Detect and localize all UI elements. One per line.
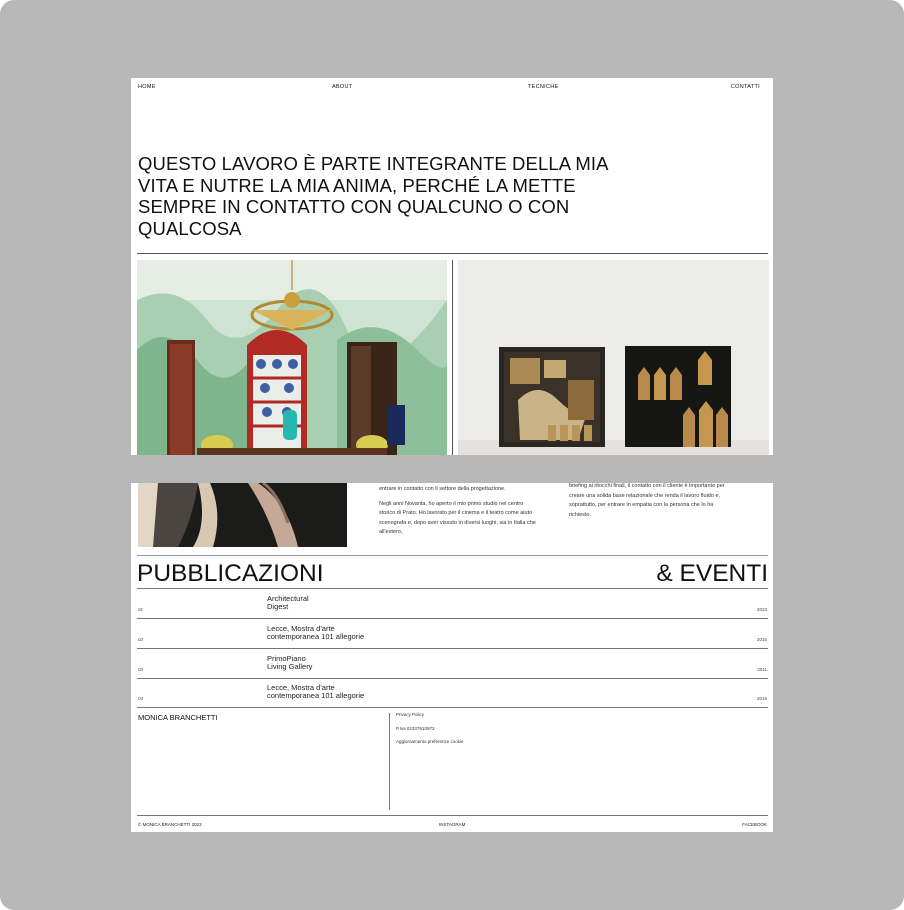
footer-divider bbox=[389, 713, 390, 810]
bio-column-2: briefing ai ritocchi finali, il contatto… bbox=[569, 483, 734, 525]
footer-links: Privacy Policy P.Iva 02337610972 Aggiorn… bbox=[396, 712, 464, 754]
hero-divider bbox=[137, 253, 768, 254]
publication-year: 2016 bbox=[756, 696, 767, 701]
copyright-text: © MONICA BRANCHETTI 2023 bbox=[138, 822, 202, 827]
screenshot-frame: HOME ABOUT TECNICHE CONTATTI QUESTO LAVO… bbox=[0, 0, 904, 910]
publications-heading-right: & EVENTI bbox=[656, 560, 768, 587]
publication-title: Lecce, Mostra d'arte contemporanea 101 a… bbox=[267, 683, 365, 700]
publication-year: 2016 bbox=[756, 637, 767, 642]
publication-title: Architectural Digest bbox=[267, 594, 309, 611]
bio-column-1: entrare in contatto con il settore della… bbox=[379, 485, 539, 543]
publication-row[interactable]: 03 PrimoPiano Living Gallery 2011 bbox=[137, 649, 768, 679]
dining-room-photo bbox=[137, 260, 447, 455]
privacy-policy-link[interactable]: Privacy Policy bbox=[396, 712, 464, 718]
instagram-link[interactable]: INSTAGRAM bbox=[439, 822, 465, 827]
publications-heading-left: PUBBLICAZIONI bbox=[137, 560, 324, 587]
publication-number: 02 bbox=[138, 637, 144, 642]
footer-rule bbox=[137, 815, 768, 816]
bio-paragraph: entrare in contatto con il settore della… bbox=[379, 486, 506, 492]
nav-contacts-link[interactable]: CONTATTI bbox=[731, 84, 760, 90]
publication-title: Lecce, Mostra d'arte contemporanea 101 a… bbox=[267, 624, 365, 641]
publication-title: PrimoPiano Living Gallery bbox=[267, 654, 313, 671]
vat-number: P.Iva 02337610972 bbox=[396, 725, 435, 731]
portrait-photo bbox=[138, 483, 347, 547]
publication-number: 01 bbox=[138, 607, 144, 612]
publication-row[interactable]: 04 Lecce, Mostra d'arte contemporanea 10… bbox=[137, 678, 768, 708]
bio-paragraph: Negli anni Novanta, ho aperto il mio pri… bbox=[379, 500, 536, 536]
publication-number: 04 bbox=[138, 696, 144, 701]
bottom-section: entrare in contatto con il settore della… bbox=[131, 483, 773, 832]
nav-home-link[interactable]: HOME bbox=[138, 84, 156, 90]
hero-title: QUESTO LAVORO È PARTE INTEGRANTE DELLA M… bbox=[138, 153, 608, 239]
top-section: HOME ABOUT TECNICHE CONTATTI QUESTO LAVO… bbox=[131, 78, 773, 455]
publications-heading: PUBBLICAZIONI & EVENTI bbox=[137, 560, 768, 588]
facebook-link[interactable]: FACEBOOK bbox=[742, 822, 767, 827]
artworks-photo bbox=[458, 260, 769, 455]
publication-row[interactable]: 01 Architectural Digest 2023 bbox=[137, 589, 768, 619]
section-divider bbox=[137, 555, 768, 556]
publication-row[interactable]: 02 Lecce, Mostra d'arte contemporanea 10… bbox=[137, 619, 768, 649]
footer-brand-name: MONICA BRANCHETTI bbox=[138, 713, 218, 722]
publication-year: 2011 bbox=[757, 667, 767, 672]
photo-divider bbox=[452, 260, 453, 455]
main-nav: HOME ABOUT TECNICHE CONTATTI bbox=[138, 84, 760, 94]
publication-number: 03 bbox=[138, 667, 144, 672]
publication-year: 2023 bbox=[756, 607, 767, 612]
bio-paragraph: briefing ai ritocchi finali, il contatto… bbox=[569, 483, 725, 518]
footer-bottom-bar: © MONICA BRANCHETTI 2023 INSTAGRAM FACEB… bbox=[137, 822, 768, 828]
nav-about-link[interactable]: ABOUT bbox=[332, 84, 352, 90]
cookie-preferences-link[interactable]: Aggiornamento preferenze cookie bbox=[396, 739, 464, 745]
nav-techniques-link[interactable]: TECNICHE bbox=[528, 84, 559, 90]
